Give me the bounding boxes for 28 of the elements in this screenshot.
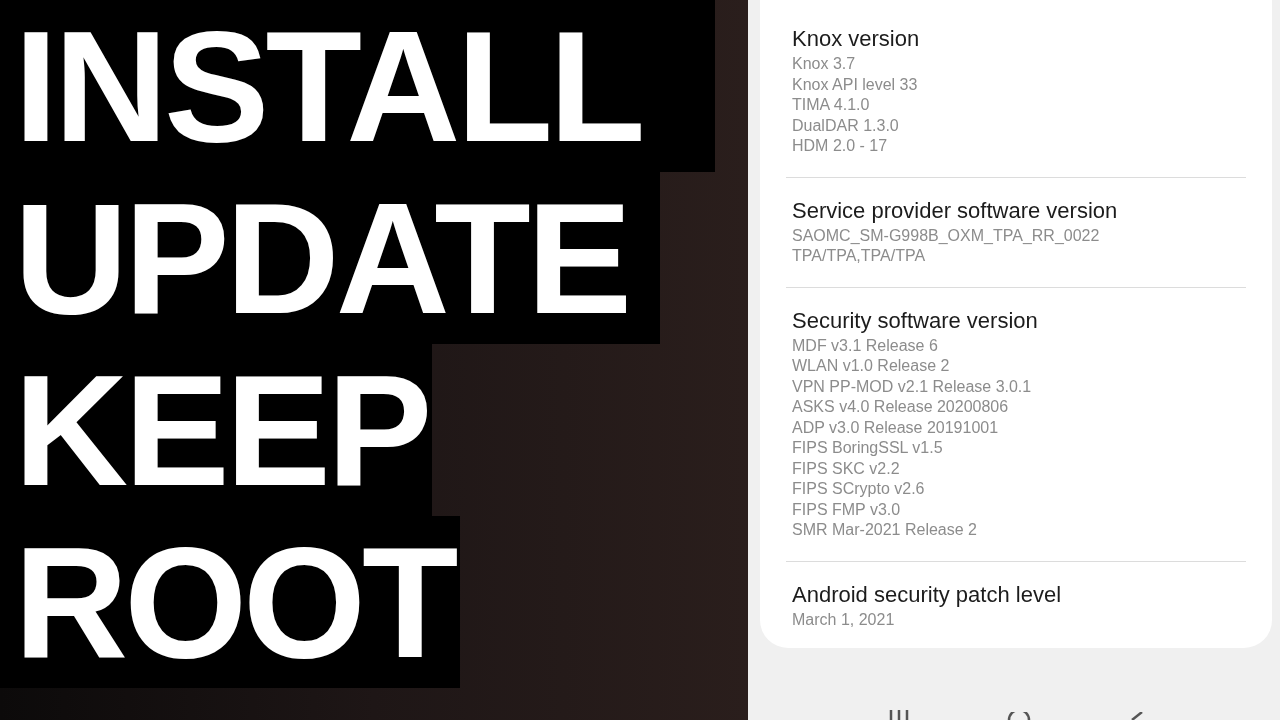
recent-apps-icon[interactable] xyxy=(888,710,911,720)
section-value: ASKS v4.0 Release 20200806 xyxy=(791,397,1010,417)
section-value: FIPS BoringSSL v1.5 xyxy=(791,438,944,458)
title-text: UPDATE xyxy=(0,172,660,344)
section-title: Knox version xyxy=(791,25,921,53)
title-text: ROOT xyxy=(0,516,460,688)
section-value: SMR Mar-2021 Release 2 xyxy=(791,520,978,540)
section-title: Android security patch level xyxy=(791,580,1063,609)
section-value: DualDAR 1.3.0 xyxy=(791,115,900,136)
section-value: Knox 3.7 xyxy=(791,54,857,74)
title-text: KEEP xyxy=(0,344,432,516)
section-value: FIPS SKC v2.2 xyxy=(791,458,901,479)
section-title: Service provider software version xyxy=(791,196,1119,225)
section-value: TIMA 4.1.0 xyxy=(791,95,871,115)
section-value: TPA/TPA,TPA/TPA xyxy=(791,246,927,266)
section-value: SAOMC_SM-G998B_OXM_TPA_RR_0022 xyxy=(791,225,1101,246)
section-value: MDF v3.1 Release 6 xyxy=(791,335,939,356)
section-value: FIPS SCrypto v2.6 xyxy=(791,479,926,499)
section-value: ADP v3.0 Release 20191001 xyxy=(791,417,1000,438)
section-value: WLAN v1.0 Release 2 xyxy=(791,356,951,376)
section-value: March 1, 2021 xyxy=(791,609,896,630)
section-value: VPN PP-MOD v2.1 Release 3.0.1 xyxy=(791,376,1033,397)
home-icon[interactable] xyxy=(1007,712,1031,720)
title-text: INSTALL xyxy=(0,0,715,172)
section-value: Knox API level 33 xyxy=(791,74,919,95)
section-value: FIPS FMP v3.0 xyxy=(791,499,902,520)
section-value: HDM 2.0 - 17 xyxy=(791,136,889,156)
section-title: Security software version xyxy=(791,306,1039,335)
